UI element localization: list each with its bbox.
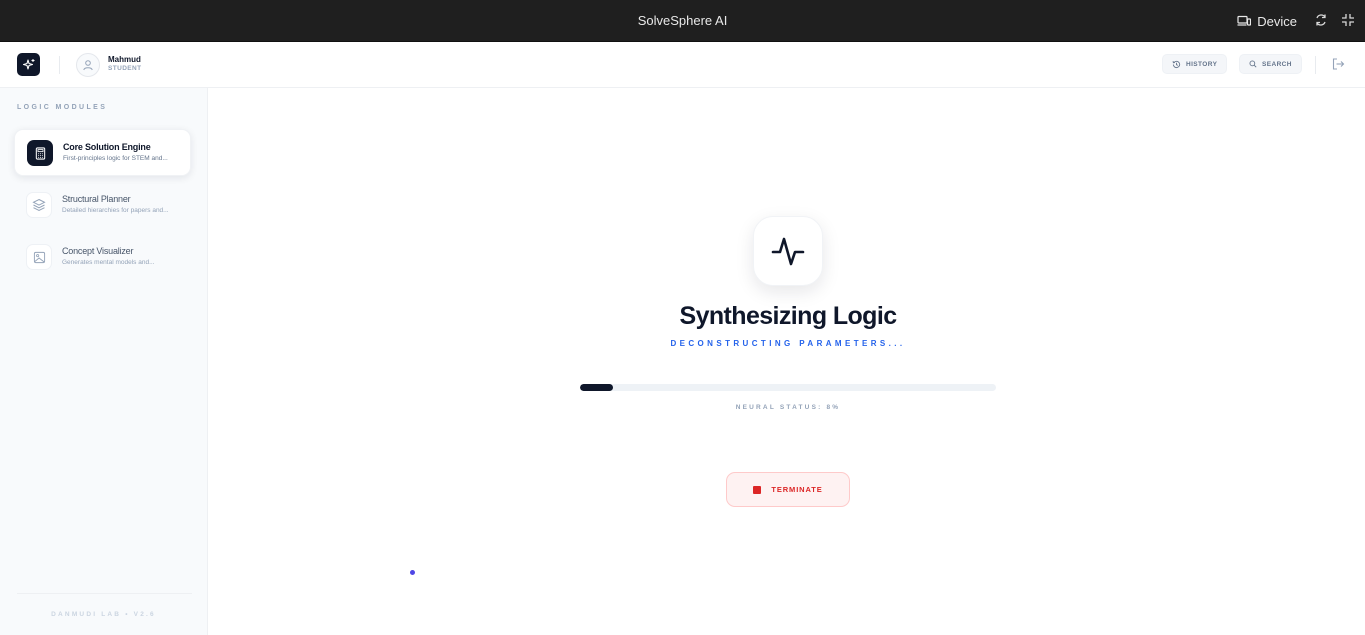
history-button[interactable]: HISTORY xyxy=(1162,54,1228,74)
cursor-dot xyxy=(410,570,415,575)
sparkles-icon xyxy=(22,58,34,70)
module-description: Detailed hierarchies for papers and... xyxy=(62,207,169,214)
user-role: STUDENT xyxy=(108,65,142,72)
history-label: HISTORY xyxy=(1186,60,1218,68)
sidebar-section-title: LOGIC MODULES xyxy=(17,104,108,111)
status-title: Synthesizing Logic xyxy=(679,302,898,330)
activity-card xyxy=(753,216,823,286)
search-label: SEARCH xyxy=(1262,60,1292,68)
fullscreen-exit-icon[interactable] xyxy=(1341,13,1355,27)
avatar[interactable] xyxy=(76,53,100,77)
search-icon xyxy=(1249,60,1257,68)
app-logo[interactable] xyxy=(17,53,40,76)
device-icon xyxy=(1237,15,1252,26)
module-title: Core Solution Engine xyxy=(63,142,151,152)
history-icon xyxy=(1172,60,1181,68)
module-title: Concept Visualizer xyxy=(62,246,134,256)
header-divider xyxy=(59,56,60,74)
header-divider xyxy=(1315,56,1316,74)
module-concept-visualizer[interactable]: Concept Visualizer Generates mental mode… xyxy=(14,234,191,281)
progress-fill xyxy=(580,384,614,391)
module-description: Generates mental models and... xyxy=(62,259,155,266)
user-name: Mahmud xyxy=(108,55,141,64)
progress-bar xyxy=(580,384,996,391)
device-label: Device xyxy=(1257,13,1297,29)
module-icon-box xyxy=(26,244,52,270)
module-structural-planner[interactable]: Structural Planner Detailed hierarchies … xyxy=(14,182,191,229)
sidebar: LOGIC MODULES Core Solution Engine First… xyxy=(0,88,208,635)
stop-icon xyxy=(753,485,762,494)
window-titlebar: SolveSphere AI Device xyxy=(0,0,1365,42)
sidebar-footer: DANMUDI LAB • V2.6 xyxy=(51,611,156,618)
terminate-button[interactable]: TERMINATE xyxy=(726,472,850,507)
image-icon xyxy=(33,251,45,263)
neural-status: NEURAL STATUS: 8% xyxy=(735,404,841,411)
module-icon-box xyxy=(27,140,53,166)
main-panel: Synthesizing Logic DECONSTRUCTING PARAME… xyxy=(208,88,1365,635)
module-core-solution-engine[interactable]: Core Solution Engine First-principles lo… xyxy=(14,129,191,176)
device-button[interactable]: Device xyxy=(1237,12,1297,30)
layers-icon xyxy=(32,198,46,212)
search-button[interactable]: SEARCH xyxy=(1239,54,1302,74)
window-title: SolveSphere AI xyxy=(637,13,728,28)
app-header: Mahmud STUDENT HISTORY SEARCH xyxy=(0,42,1365,88)
user-icon xyxy=(83,60,93,71)
rotate-icon[interactable] xyxy=(1314,13,1328,27)
logout-icon[interactable] xyxy=(1331,57,1345,71)
module-title: Structural Planner xyxy=(62,194,131,204)
calculator-icon xyxy=(35,146,45,160)
activity-pulse-icon xyxy=(771,237,805,266)
sidebar-footer-divider xyxy=(17,593,192,594)
terminate-label: TERMINATE xyxy=(771,485,823,494)
module-description: First-principles logic for STEM and... xyxy=(63,155,168,162)
status-subtitle: DECONSTRUCTING PARAMETERS... xyxy=(670,339,906,348)
module-icon-box xyxy=(26,192,52,218)
